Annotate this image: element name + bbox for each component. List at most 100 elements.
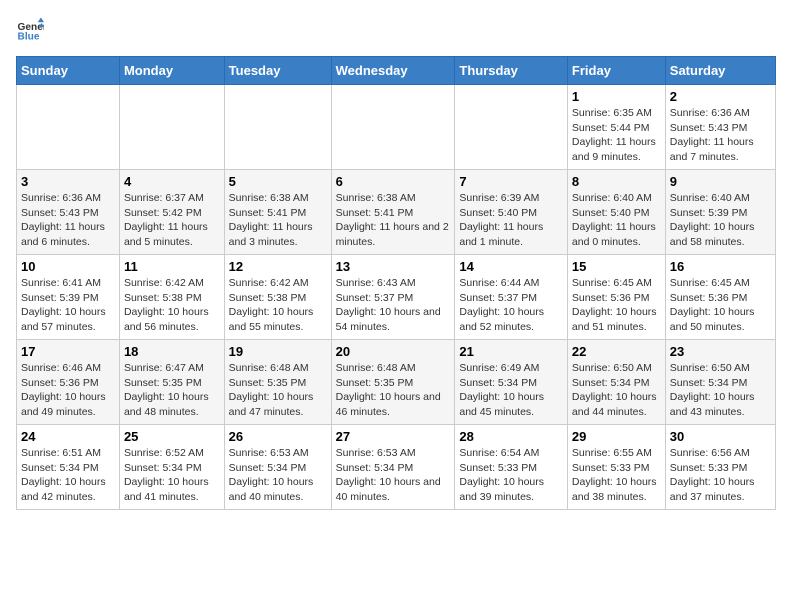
calendar-cell: 3 Sunrise: 6:36 AM Sunset: 5:43 PM Daylig… xyxy=(17,170,120,255)
day-number: 21 xyxy=(459,344,563,359)
day-number: 29 xyxy=(572,429,661,444)
day-info: Sunrise: 6:41 AM Sunset: 5:39 PM Dayligh… xyxy=(21,276,115,335)
day-info: Sunrise: 6:54 AM Sunset: 5:33 PM Dayligh… xyxy=(459,446,563,505)
day-info: Sunrise: 6:35 AM Sunset: 5:44 PM Dayligh… xyxy=(572,106,661,165)
day-number: 23 xyxy=(670,344,771,359)
day-info: Sunrise: 6:42 AM Sunset: 5:38 PM Dayligh… xyxy=(229,276,327,335)
day-info: Sunrise: 6:48 AM Sunset: 5:35 PM Dayligh… xyxy=(336,361,451,420)
day-number: 19 xyxy=(229,344,327,359)
logo: General Blue xyxy=(16,16,48,44)
day-info: Sunrise: 6:38 AM Sunset: 5:41 PM Dayligh… xyxy=(229,191,327,250)
day-number: 25 xyxy=(124,429,220,444)
day-info: Sunrise: 6:38 AM Sunset: 5:41 PM Dayligh… xyxy=(336,191,451,250)
day-number: 30 xyxy=(670,429,771,444)
calendar-cell: 11 Sunrise: 6:42 AM Sunset: 5:38 PM Dayli… xyxy=(119,255,224,340)
calendar-cell: 16Sunrise: 6:45 AM Sunset: 5:36 PM Dayli… xyxy=(665,255,775,340)
weekday-header-thursday: Thursday xyxy=(455,57,568,85)
day-info: Sunrise: 6:48 AM Sunset: 5:35 PM Dayligh… xyxy=(229,361,327,420)
day-number: 8 xyxy=(572,174,661,189)
day-info: Sunrise: 6:56 AM Sunset: 5:33 PM Dayligh… xyxy=(670,446,771,505)
calendar-cell: 26 Sunrise: 6:53 AM Sunset: 5:34 PM Dayli… xyxy=(224,425,331,510)
calendar-cell xyxy=(119,85,224,170)
day-number: 4 xyxy=(124,174,220,189)
day-number: 14 xyxy=(459,259,563,274)
calendar-cell: 25 Sunrise: 6:52 AM Sunset: 5:34 PM Dayli… xyxy=(119,425,224,510)
calendar-cell: 1 Sunrise: 6:35 AM Sunset: 5:44 PM Daylig… xyxy=(567,85,665,170)
day-number: 3 xyxy=(21,174,115,189)
day-info: Sunrise: 6:36 AM Sunset: 5:43 PM Dayligh… xyxy=(670,106,771,165)
day-info: Sunrise: 6:37 AM Sunset: 5:42 PM Dayligh… xyxy=(124,191,220,250)
day-number: 24 xyxy=(21,429,115,444)
day-number: 16 xyxy=(670,259,771,274)
day-info: Sunrise: 6:43 AM Sunset: 5:37 PM Dayligh… xyxy=(336,276,451,335)
day-number: 20 xyxy=(336,344,451,359)
svg-text:Blue: Blue xyxy=(18,31,40,42)
calendar-week-row: 10Sunrise: 6:41 AM Sunset: 5:39 PM Dayli… xyxy=(17,255,776,340)
day-info: Sunrise: 6:53 AM Sunset: 5:34 PM Dayligh… xyxy=(229,446,327,505)
calendar-cell xyxy=(455,85,568,170)
calendar-cell: 18 Sunrise: 6:47 AM Sunset: 5:35 PM Dayli… xyxy=(119,340,224,425)
calendar-cell: 10Sunrise: 6:41 AM Sunset: 5:39 PM Dayli… xyxy=(17,255,120,340)
calendar-cell: 8 Sunrise: 6:40 AM Sunset: 5:40 PM Daylig… xyxy=(567,170,665,255)
day-info: Sunrise: 6:53 AM Sunset: 5:34 PM Dayligh… xyxy=(336,446,451,505)
day-number: 28 xyxy=(459,429,563,444)
day-number: 9 xyxy=(670,174,771,189)
calendar-cell: 28 Sunrise: 6:54 AM Sunset: 5:33 PM Dayli… xyxy=(455,425,568,510)
weekday-header-friday: Friday xyxy=(567,57,665,85)
day-number: 26 xyxy=(229,429,327,444)
day-info: Sunrise: 6:50 AM Sunset: 5:34 PM Dayligh… xyxy=(572,361,661,420)
day-info: Sunrise: 6:52 AM Sunset: 5:34 PM Dayligh… xyxy=(124,446,220,505)
calendar-cell: 12 Sunrise: 6:42 AM Sunset: 5:38 PM Dayli… xyxy=(224,255,331,340)
weekday-header-saturday: Saturday xyxy=(665,57,775,85)
day-number: 6 xyxy=(336,174,451,189)
calendar-cell: 4 Sunrise: 6:37 AM Sunset: 5:42 PM Daylig… xyxy=(119,170,224,255)
weekday-header-monday: Monday xyxy=(119,57,224,85)
calendar-cell xyxy=(224,85,331,170)
day-info: Sunrise: 6:50 AM Sunset: 5:34 PM Dayligh… xyxy=(670,361,771,420)
page-header: General Blue xyxy=(16,16,776,44)
calendar-cell: 15 Sunrise: 6:45 AM Sunset: 5:36 PM Dayli… xyxy=(567,255,665,340)
calendar-cell: 13 Sunrise: 6:43 AM Sunset: 5:37 PM Dayli… xyxy=(331,255,455,340)
calendar-body: 1 Sunrise: 6:35 AM Sunset: 5:44 PM Daylig… xyxy=(17,85,776,510)
day-info: Sunrise: 6:39 AM Sunset: 5:40 PM Dayligh… xyxy=(459,191,563,250)
day-number: 15 xyxy=(572,259,661,274)
day-number: 18 xyxy=(124,344,220,359)
day-number: 7 xyxy=(459,174,563,189)
calendar-cell xyxy=(17,85,120,170)
calendar-cell: 14 Sunrise: 6:44 AM Sunset: 5:37 PM Dayli… xyxy=(455,255,568,340)
day-info: Sunrise: 6:40 AM Sunset: 5:40 PM Dayligh… xyxy=(572,191,661,250)
day-info: Sunrise: 6:49 AM Sunset: 5:34 PM Dayligh… xyxy=(459,361,563,420)
day-number: 2 xyxy=(670,89,771,104)
day-info: Sunrise: 6:42 AM Sunset: 5:38 PM Dayligh… xyxy=(124,276,220,335)
day-info: Sunrise: 6:40 AM Sunset: 5:39 PM Dayligh… xyxy=(670,191,771,250)
calendar-week-row: 17 Sunrise: 6:46 AM Sunset: 5:36 PM Dayli… xyxy=(17,340,776,425)
day-number: 12 xyxy=(229,259,327,274)
day-info: Sunrise: 6:46 AM Sunset: 5:36 PM Dayligh… xyxy=(21,361,115,420)
day-number: 1 xyxy=(572,89,661,104)
calendar-week-row: 24Sunrise: 6:51 AM Sunset: 5:34 PM Dayli… xyxy=(17,425,776,510)
day-info: Sunrise: 6:36 AM Sunset: 5:43 PM Dayligh… xyxy=(21,191,115,250)
calendar-week-row: 3 Sunrise: 6:36 AM Sunset: 5:43 PM Daylig… xyxy=(17,170,776,255)
day-info: Sunrise: 6:47 AM Sunset: 5:35 PM Dayligh… xyxy=(124,361,220,420)
calendar-week-row: 1 Sunrise: 6:35 AM Sunset: 5:44 PM Daylig… xyxy=(17,85,776,170)
calendar-cell: 5Sunrise: 6:38 AM Sunset: 5:41 PM Daylig… xyxy=(224,170,331,255)
weekday-header-row: SundayMondayTuesdayWednesdayThursdayFrid… xyxy=(17,57,776,85)
calendar-cell: 27 Sunrise: 6:53 AM Sunset: 5:34 PM Dayli… xyxy=(331,425,455,510)
calendar-cell: 19 Sunrise: 6:48 AM Sunset: 5:35 PM Dayli… xyxy=(224,340,331,425)
weekday-header-tuesday: Tuesday xyxy=(224,57,331,85)
day-info: Sunrise: 6:44 AM Sunset: 5:37 PM Dayligh… xyxy=(459,276,563,335)
weekday-header-sunday: Sunday xyxy=(17,57,120,85)
calendar-cell: 6 Sunrise: 6:38 AM Sunset: 5:41 PM Daylig… xyxy=(331,170,455,255)
day-number: 17 xyxy=(21,344,115,359)
calendar-cell: 22 Sunrise: 6:50 AM Sunset: 5:34 PM Dayli… xyxy=(567,340,665,425)
weekday-header-wednesday: Wednesday xyxy=(331,57,455,85)
calendar-cell: 24Sunrise: 6:51 AM Sunset: 5:34 PM Dayli… xyxy=(17,425,120,510)
day-info: Sunrise: 6:45 AM Sunset: 5:36 PM Dayligh… xyxy=(572,276,661,335)
calendar-cell: 23 Sunrise: 6:50 AM Sunset: 5:34 PM Dayli… xyxy=(665,340,775,425)
day-number: 11 xyxy=(124,259,220,274)
day-number: 13 xyxy=(336,259,451,274)
calendar-cell: 30 Sunrise: 6:56 AM Sunset: 5:33 PM Dayli… xyxy=(665,425,775,510)
calendar-header: SundayMondayTuesdayWednesdayThursdayFrid… xyxy=(17,57,776,85)
day-number: 22 xyxy=(572,344,661,359)
day-number: 27 xyxy=(336,429,451,444)
